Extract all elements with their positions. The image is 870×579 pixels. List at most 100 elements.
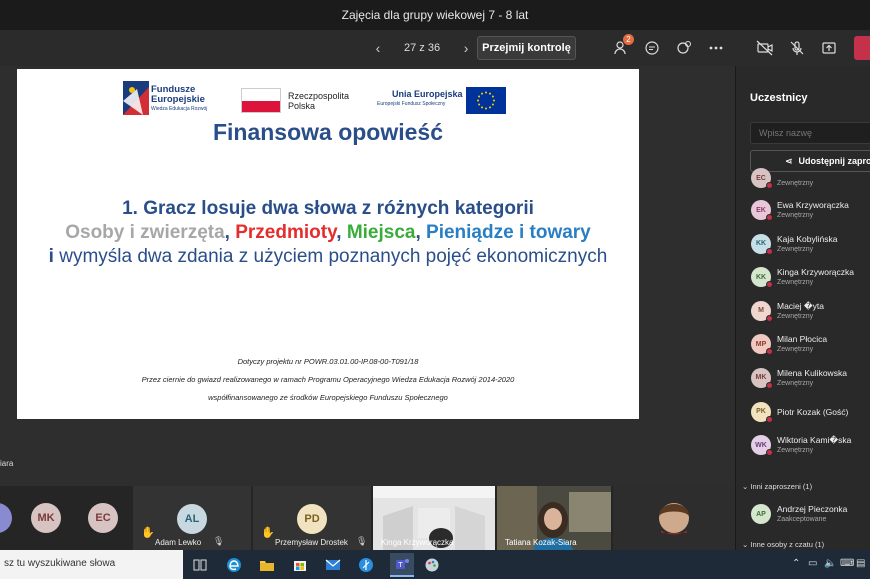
category-places: Miejsca [346,222,416,243]
status-dot [766,449,773,457]
tile-name: Adam Lewko [155,538,202,547]
teams-icon[interactable]: T [390,553,414,577]
slide-footnote-project: Dotyczy projektu nr POWR.03.01.00-IP.08-… [237,357,419,366]
store-icon[interactable] [291,556,309,574]
shared-screen-stage: Fundusze Europejskie Wiedza Edukacja Roz… [0,66,735,486]
participants-panel: Uczestnicy ⋖ Udostępnij zapro EC Zewnętr… [735,66,870,550]
prev-slide-button[interactable]: ‹ [372,40,384,56]
status-dot [766,182,773,189]
participants-badge: 2 [623,34,634,45]
slide-heading: 1. Gracz losuje dwa słowa z różnych kate… [122,198,534,219]
fe-logo-subtext: Wiedza Edukacja Rozwój [151,106,208,112]
status-dot [766,348,773,356]
slide-body: 1. Gracz losuje dwa słowa z różnych kate… [37,197,619,269]
status-dot [766,214,773,221]
chat-icon[interactable] [642,38,662,58]
mic-off-icon: 🎙 [356,536,368,546]
meeting-toolbar: ‹ 27 z 36 › Przejmij kontrolę 2 [0,30,870,66]
participant-row[interactable]: EK Ewa Krzyworączka Zewnętrzny [736,195,870,229]
participant-type: Zewnętrzny [777,180,814,187]
self-avatar [659,503,689,535]
participant-row[interactable]: KK Kaja Kobylińska Zewnętrzny [736,229,870,263]
participant-row[interactable]: PK Piotr Kozak (Gość) [736,397,870,431]
task-view-icon[interactable] [191,556,209,574]
category-money: Pieniądze i towary [426,222,591,243]
share-icon[interactable] [819,38,839,58]
chat-section-header[interactable]: ⌄ Inne osoby z czatu (1) [742,540,824,549]
invited-section-header[interactable]: ⌄ Inni zaproszeni (1) [742,482,812,491]
avatar-pd: PD [297,504,327,534]
leave-button[interactable] [854,36,870,60]
participant-row[interactable]: WK Wiktoria Kami�ska Zewnętrzny [736,430,870,464]
participant-row[interactable]: M Maciej �yta Zewnętrzny [736,296,870,330]
invited-name: Andrzej Pieczonka [777,504,848,514]
edge-icon[interactable] [225,556,243,574]
browser-icon[interactable] [357,556,375,574]
participant-type: Zewnętrzny [777,379,814,387]
tray-chevron-icon[interactable]: ⌃ [792,558,800,569]
video-tile-kinga-krzyworaczka[interactable]: Kinga Krzyworączka [373,486,495,550]
video-tile-adam-lewko[interactable]: AL ✋ Adam Lewko 🎙 [133,486,251,550]
status-dot [766,281,773,289]
participant-type: Zewnętrzny [777,346,814,354]
avatar: AP [751,504,771,524]
participant-type: Zewnętrzny [777,312,814,320]
participant-row[interactable]: MP Milan Płocica Zewnętrzny [736,329,870,363]
slide-title: Finansowa opowieść [212,119,444,145]
category-items: Przedmioty [235,222,337,243]
participant-type: Zewnętrzny [777,212,814,219]
notification-icon[interactable]: ▤ [856,558,865,569]
eu-flag-icon [466,87,506,114]
slide-footnote-funding: współfinansowanego ze środków Europejski… [208,393,448,402]
participant-row[interactable]: MK Milena Kulikowska Zewnętrzny [736,363,870,397]
next-slide-button[interactable]: › [460,40,472,56]
video-tile-tatiana-kozak-siara[interactable]: Tatiana Kozak-Siara [497,486,611,550]
taskbar-search-input[interactable]: sz tu wyszukiwane słowa [0,550,183,579]
eu-logo-text: Unia Europejska [392,89,463,99]
avatar-al: AL [177,504,207,534]
video-tile-przemyslaw-drostek[interactable]: PD ✋ Przemysław Drostek 🎙 [253,486,371,550]
invited-status: Zaakceptowane [777,516,827,523]
participant-search-input[interactable] [750,122,870,144]
participant-name: Wiktoria Kami�ska [777,435,852,446]
reactions-icon[interactable] [674,38,694,58]
tile-name: Kinga Krzyworączka [381,538,454,547]
video-tile-partial[interactable] [0,486,12,550]
fundusze-europejskie-logo [123,81,149,115]
network-icon[interactable]: ▭ [808,558,817,569]
avatar-mk[interactable]: MK [31,503,61,533]
tile-name: Tatiana Kozak-Siara [505,538,577,547]
more-icon[interactable] [706,38,726,58]
invited-row[interactable]: AP Andrzej Pieczonka Zaakceptowane [736,499,870,533]
mic-off-icon[interactable] [787,38,807,58]
participant-name: Piotr Kozak (Gość) [777,406,849,417]
mail-icon[interactable] [324,556,342,574]
camera-off-icon[interactable] [755,38,775,58]
slide-footnote-program: Przez ciernie do gwiazd realizowanego w … [141,375,515,384]
slide-pager: ‹ 27 z 36 › [372,36,472,60]
participant-name: Milena Kulikowska [777,367,847,378]
polish-flag-icon [241,88,281,113]
status-dot [766,415,773,423]
slide-logos: Fundusze Europejskie Wiedza Edukacja Roz… [17,77,639,117]
raised-hand-icon: ✋ [141,527,155,539]
participant-row[interactable]: EC Zewnętrzny [736,163,870,195]
participant-type: Zewnętrzny [777,279,814,287]
participant-name: Kaja Kobylińska [777,233,838,244]
rp-logo-text: Rzeczpospolita Polska [288,91,350,111]
page-counter: 27 z 36 [404,42,441,54]
take-control-button[interactable]: Przejmij kontrolę [477,36,576,60]
category-people: Osoby i zwierzęta [65,222,225,243]
participant-name: Ewa Krzyworączka [777,200,849,210]
participant-type: Zewnętrzny [777,245,814,253]
status-dot [766,314,773,322]
volume-icon[interactable]: 🔈 [824,558,836,569]
language-icon[interactable]: ⌨ [840,558,854,569]
avatar-ec[interactable]: EC [88,503,118,533]
file-explorer-icon[interactable] [258,556,276,574]
people-icon[interactable]: 2 [612,34,634,58]
participant-row[interactable]: KK Kinga Krzyworączka Zewnętrzny [736,262,870,296]
video-tile-self[interactable] [613,486,735,550]
paint-icon[interactable] [423,556,441,574]
window-titlebar: Zajęcia dla grupy wiekowej 7 - 8 lat [0,0,870,30]
